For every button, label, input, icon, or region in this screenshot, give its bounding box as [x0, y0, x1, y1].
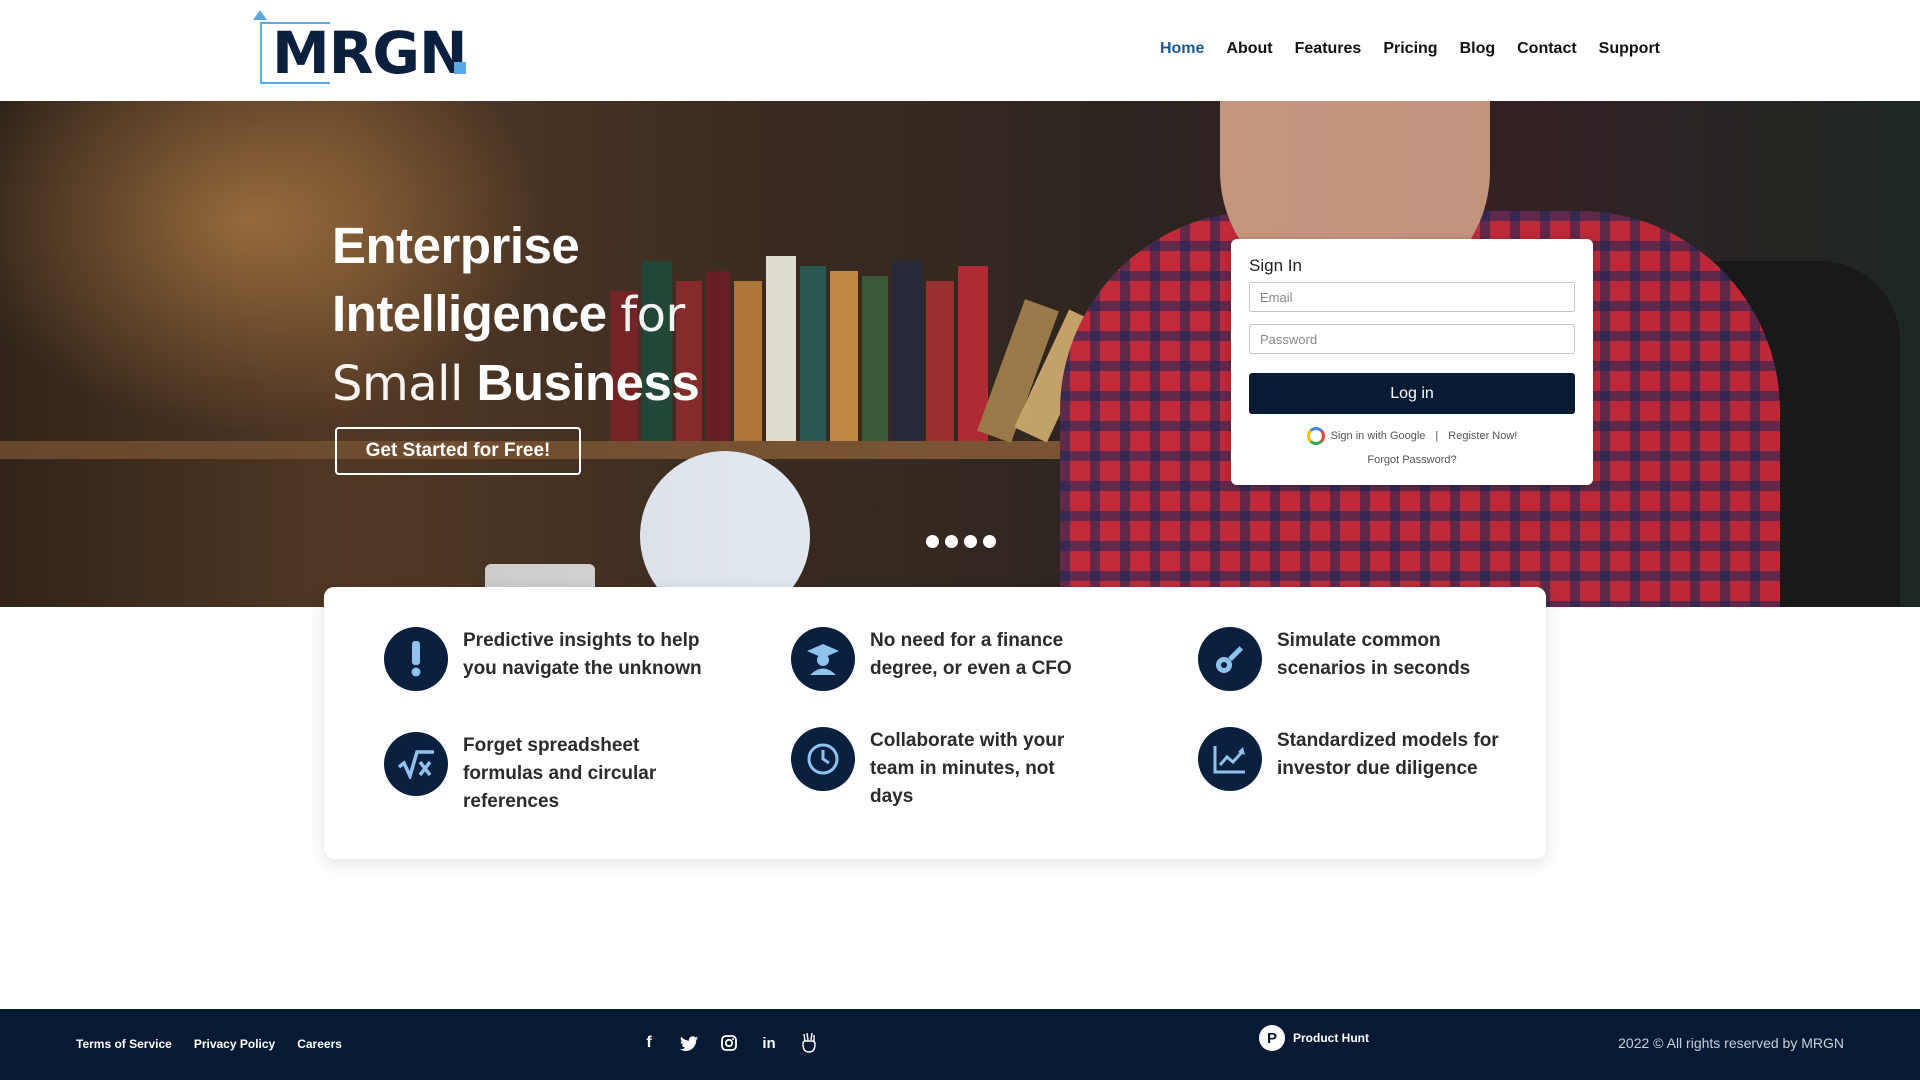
social-links: f in [638, 1031, 820, 1055]
hero-headline: Enterprise Intelligence for Small Busine… [332, 217, 700, 412]
feature-item: No need for a finance degree, or even a … [791, 627, 1110, 691]
forgot-password-link[interactable]: Forgot Password? [1367, 454, 1456, 466]
alt-sign-in-row: Sign in with Google | Register Now! [1231, 427, 1593, 445]
angellist-icon[interactable] [798, 1031, 820, 1055]
nav-home[interactable]: Home [1160, 40, 1204, 58]
site-footer: Terms of Service Privacy Policy Careers … [0, 1009, 1920, 1080]
nav-blog[interactable]: Blog [1460, 40, 1496, 58]
nav-about[interactable]: About [1226, 40, 1272, 58]
sign-in-title: Sign In [1249, 256, 1302, 275]
login-button[interactable]: Log in [1249, 373, 1575, 414]
feature-item: Forget spreadsheet formulas and circular… [384, 732, 703, 816]
clock-icon [791, 727, 855, 791]
nav-support[interactable]: Support [1599, 40, 1660, 58]
site-header: MRGN Home About Features Pricing Blog Co… [0, 0, 1920, 101]
main-nav: Home About Features Pricing Blog Contact… [1160, 40, 1660, 58]
forgot-password-row: Forgot Password? [1231, 454, 1593, 466]
copyright-text: 2022 © All rights reserved by MRGN [1618, 1035, 1844, 1051]
carousel-dot-3[interactable] [964, 535, 977, 548]
instagram-icon[interactable] [718, 1031, 740, 1055]
careers-link[interactable]: Careers [297, 1037, 342, 1051]
nav-features[interactable]: Features [1295, 40, 1362, 58]
feature-item: Simulate common scenarios in seconds [1198, 627, 1517, 691]
feature-item: Standardized models for investor due dil… [1198, 727, 1517, 791]
nav-pricing[interactable]: Pricing [1383, 40, 1437, 58]
footer-links: Terms of Service Privacy Policy Careers [76, 1037, 342, 1051]
product-hunt-link[interactable]: P Product Hunt [1259, 1025, 1369, 1051]
google-icon [1306, 427, 1325, 445]
register-link[interactable]: Register Now! [1448, 430, 1517, 442]
google-sign-in-link[interactable]: Sign in with Google [1331, 430, 1426, 442]
twitter-icon[interactable] [678, 1031, 700, 1055]
logo-dot [454, 62, 466, 74]
graduate-icon [791, 627, 855, 691]
get-started-button[interactable]: Get Started for Free! [335, 427, 581, 475]
carousel-dots [926, 535, 996, 548]
email-input[interactable] [1249, 282, 1575, 312]
features-card: Predictive insights to help you navigate… [324, 587, 1546, 859]
carousel-dot-1[interactable] [926, 535, 939, 548]
feature-item: Predictive insights to help you navigate… [384, 627, 703, 691]
nav-contact[interactable]: Contact [1517, 40, 1577, 58]
carousel-dot-2[interactable] [945, 535, 958, 548]
hero-banner: Enterprise Intelligence for Small Busine… [0, 101, 1920, 607]
mrgn-logo[interactable]: MRGN [253, 10, 470, 87]
sign-in-card: Sign In Log in Sign in with Google | Reg… [1231, 239, 1593, 485]
linkedin-icon[interactable]: in [758, 1031, 780, 1055]
privacy-link[interactable]: Privacy Policy [194, 1037, 275, 1051]
chart-icon [1198, 727, 1262, 791]
formula-icon [384, 732, 448, 796]
link-separator: | [1435, 430, 1439, 442]
carousel-dot-4[interactable] [983, 535, 996, 548]
terms-link[interactable]: Terms of Service [76, 1037, 172, 1051]
logo-arrow-icon [253, 10, 267, 20]
product-hunt-icon: P [1259, 1025, 1285, 1051]
feature-item: Collaborate with your team in minutes, n… [791, 727, 1090, 811]
product-hunt-label: Product Hunt [1293, 1031, 1369, 1045]
logo-text: MRGN [272, 19, 468, 87]
facebook-icon[interactable]: f [638, 1031, 660, 1055]
exclamation-icon [384, 627, 448, 691]
key-icon [1198, 627, 1262, 691]
password-input[interactable] [1249, 324, 1575, 354]
